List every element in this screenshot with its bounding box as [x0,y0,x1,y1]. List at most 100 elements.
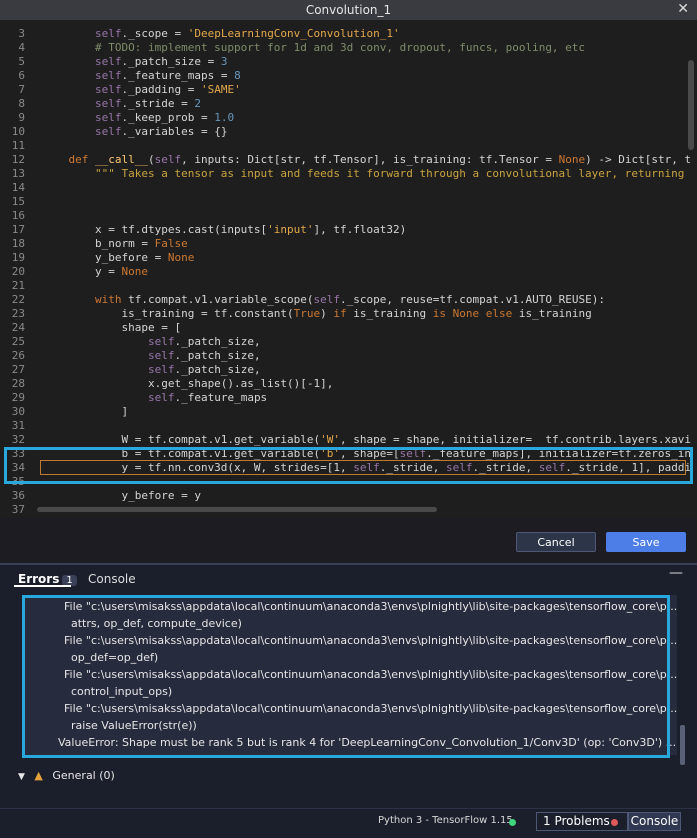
line-number: 19 [11,251,25,264]
line-number: 16 [11,209,25,222]
error-status-icon [611,819,618,826]
kernel-status-icon [509,819,516,826]
line-number: 31 [11,419,25,432]
line-number: 36 [11,489,25,502]
code-text: x.get_shape().as_list()[-1], [42,377,334,390]
line-number: 11 [11,139,25,152]
active-tab-indicator [14,585,71,587]
code-line[interactable]: 10 self._variables = {} [0,125,688,139]
line-number: 20 [11,265,25,278]
code-text: y_before = None [42,251,195,264]
code-line[interactable]: 14 [0,181,688,195]
line-number: 12 [11,153,25,166]
line-number: 24 [11,321,25,334]
close-icon[interactable]: ✕ [677,1,689,17]
code-line[interactable]: 27 self._patch_size, [0,363,688,377]
line-number: 15 [11,195,25,208]
general-section[interactable]: ▼ ▲ General (0) [18,769,115,782]
code-line[interactable]: 12 def __call__(self, inputs: Dict[str, … [0,153,692,167]
cancel-button[interactable]: Cancel [516,532,596,552]
code-line[interactable]: 31 [0,419,688,433]
code-text: self._stride = 2 [94,97,201,110]
code-text: # TODO: implement support for 1d and 3d … [42,41,586,54]
console-button[interactable]: Console [628,812,681,831]
code-text: self._patch_size, [147,363,261,376]
code-text: shape = [ [42,321,182,334]
code-line[interactable]: 17 x = tf.dtypes.cast(inputs['input'], t… [0,223,688,237]
annotation-highlight-errors [22,595,670,758]
code-text: W = tf.compat.v1.get_variable('W', shape… [42,433,692,446]
code-line[interactable]: 9 self._keep_prob = 1.0 [0,111,688,125]
code-line[interactable]: 4 # TODO: implement support for 1d and 3… [0,41,688,55]
line-number: 10 [11,125,25,138]
error-scrollbar[interactable] [680,725,685,765]
code-text: self._feature_maps = 8 [94,69,241,82]
line-number: 26 [11,349,25,362]
code-line[interactable]: 16 [0,209,688,223]
code-line[interactable]: 26 self._patch_size, [0,349,688,363]
line-number: 28 [11,377,25,390]
line-number: 5 [18,55,25,68]
line-number: 9 [18,111,25,124]
code-line[interactable]: 32 W = tf.compat.v1.get_variable('W', sh… [0,433,692,447]
kernel-label: Python 3 - TensorFlow 1.15 [378,815,513,826]
line-number: 37 [11,503,25,516]
tab-errors[interactable]: Errors 1 [18,572,77,586]
line-number: 6 [18,69,25,82]
save-button[interactable]: Save [606,532,686,552]
code-line[interactable]: 20 y = None [0,265,688,279]
code-text: ] [42,405,129,418]
code-text: self._variables = {} [94,125,228,138]
code-line[interactable]: 13 """ Takes a tensor as input and feeds… [0,167,688,181]
tab-console[interactable]: Console [88,572,136,586]
code-line[interactable]: 18 b_norm = False [0,237,688,251]
problems-label: 1 Problems [543,814,610,828]
vertical-scrollbar[interactable] [688,60,694,150]
code-line[interactable]: 5 self._patch_size = 3 [0,55,688,69]
tab-errors-label: Errors [18,572,60,586]
code-line[interactable]: 36 y_before = y [0,489,688,503]
code-text: y = None [42,265,148,278]
code-line[interactable]: 19 y_before = None [0,251,688,265]
code-text: is_training = tf.constant(True) if is_tr… [42,307,592,320]
code-line[interactable]: 8 self._stride = 2 [0,97,688,111]
chevron-down-icon[interactable]: ▼ [18,772,25,782]
code-text: self._patch_size, [147,349,261,362]
code-text: b_norm = False [42,237,188,250]
code-text: self._padding = 'SAME' [94,83,241,96]
code-line[interactable]: 30 ] [0,405,688,419]
line-number: 4 [18,41,25,54]
code-text: y_before = y [42,489,201,502]
code-text: with tf.compat.v1.variable_scope(self._s… [94,293,605,306]
code-line[interactable]: 24 shape = [ [0,321,688,335]
general-label: General (0) [52,769,115,782]
code-text: self._feature_maps [147,391,268,404]
code-text: self._keep_prob = 1.0 [94,111,235,124]
line-number: 3 [18,27,25,40]
line-number: 25 [11,335,25,348]
code-line[interactable]: 15 [0,195,688,209]
code-line[interactable]: 23 is_training = tf.constant(True) if is… [0,307,688,321]
code-text: def __call__(self, inputs: Dict[str, tf.… [68,153,692,166]
code-line[interactable]: 3 self._scope = 'DeepLearningConv_Convol… [0,27,688,41]
line-number: 29 [11,391,25,404]
code-line[interactable]: 21 [0,279,688,293]
minimize-icon[interactable]: — [669,565,683,581]
code-line[interactable]: 37 [0,503,688,517]
line-number: 8 [18,97,25,110]
line-number: 27 [11,363,25,376]
annotation-highlight-code [4,447,693,484]
code-line[interactable]: 25 self._patch_size, [0,335,688,349]
code-line[interactable]: 29 self._feature_maps [0,391,688,405]
code-line[interactable]: 6 self._feature_maps = 8 [0,69,688,83]
code-line[interactable]: 7 self._padding = 'SAME' [0,83,688,97]
code-line[interactable]: 22 with tf.compat.v1.variable_scope(self… [0,293,688,307]
line-number: 14 [11,181,25,194]
code-line[interactable]: 11 [0,139,688,153]
title-bar: Convolution_1 ✕ [0,0,697,20]
code-text: self._scope = 'DeepLearningConv_Convolut… [94,27,400,40]
line-number: 21 [11,279,25,292]
code-editor[interactable]: 3 self._scope = 'DeepLearningConv_Convol… [0,20,697,518]
code-text: """ Takes a tensor as input and feeds it… [42,167,685,180]
code-line[interactable]: 28 x.get_shape().as_list()[-1], [0,377,688,391]
